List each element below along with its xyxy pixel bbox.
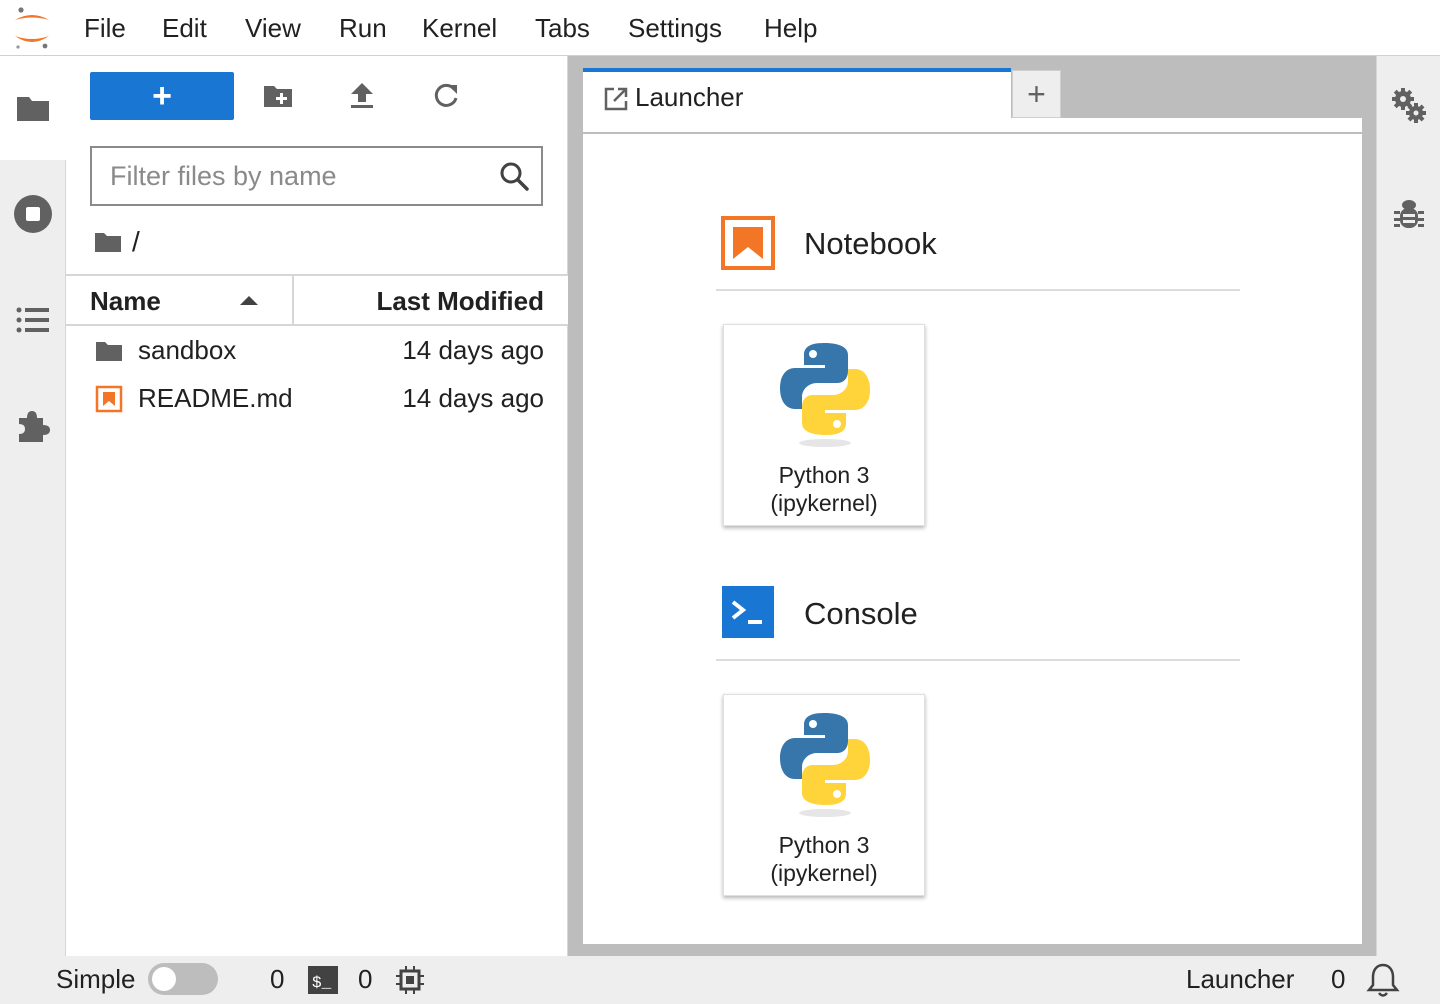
- python-logo-icon: [780, 343, 870, 447]
- section-divider: [716, 659, 1240, 661]
- toggle-knob: [152, 967, 176, 991]
- menu-help[interactable]: Help: [764, 12, 817, 44]
- section-title-notebook: Notebook: [804, 226, 937, 261]
- new-launcher-button[interactable]: +: [90, 72, 234, 120]
- active-document-label: Launcher: [1186, 964, 1295, 994]
- simple-mode-label: Simple: [56, 964, 136, 994]
- file-browser-folder-icon[interactable]: [13, 88, 53, 128]
- notification-count: 0: [1331, 964, 1346, 994]
- left-sidebar-rail: [0, 56, 66, 956]
- tab-label: Launcher: [635, 82, 744, 112]
- file-modified: 14 days ago: [402, 383, 544, 413]
- svg-text:$_: $_: [312, 974, 332, 992]
- terminal-icon[interactable]: $_: [308, 966, 338, 994]
- section-title-console: Console: [804, 596, 918, 631]
- right-sidebar-rail: [1376, 56, 1440, 956]
- menu-view[interactable]: View: [245, 12, 301, 44]
- file-list-header: Name Last Modified: [66, 274, 568, 326]
- file-row-readme[interactable]: README.md 14 days ago: [66, 376, 568, 424]
- sort-ascending-caret-icon: [240, 296, 258, 305]
- menu-bar: File Edit View Run Kernel Tabs Settings …: [0, 0, 1440, 56]
- simple-mode-toggle[interactable]: [148, 963, 218, 995]
- section-divider: [716, 289, 1240, 291]
- console-icon: [722, 586, 774, 638]
- menu-file[interactable]: File: [84, 12, 126, 44]
- kernel-spec: (ipykernel): [770, 490, 878, 516]
- home-folder-icon[interactable]: [94, 230, 122, 254]
- kernel-label: Python 3 (ipykernel): [724, 461, 924, 517]
- terminal-count[interactable]: 0: [358, 964, 372, 995]
- debugger-bug-icon[interactable]: [1389, 194, 1429, 234]
- menu-settings[interactable]: Settings: [628, 12, 722, 44]
- file-name: README.md: [138, 383, 293, 413]
- cpu-memory-chip-icon: [396, 966, 424, 994]
- breadcrumb-root[interactable]: /: [132, 226, 140, 258]
- refresh-icon[interactable]: [428, 78, 464, 114]
- breadcrumb: /: [94, 224, 140, 260]
- new-tab-plus-label: +: [1027, 76, 1046, 112]
- menu-run[interactable]: Run: [339, 12, 387, 44]
- python-logo-icon: [780, 713, 870, 817]
- column-header-name[interactable]: Name: [66, 276, 294, 324]
- upload-icon[interactable]: [344, 78, 380, 114]
- new-tab-plus-button[interactable]: +: [1012, 70, 1061, 118]
- file-filter-field: [90, 146, 543, 206]
- search-icon[interactable]: [499, 161, 529, 191]
- menu-kernel[interactable]: Kernel: [422, 12, 497, 44]
- running-sessions-stop-icon[interactable]: [13, 194, 53, 234]
- menu-edit[interactable]: Edit: [162, 12, 207, 44]
- column-name-label: Name: [90, 286, 161, 316]
- column-header-last-modified[interactable]: Last Modified: [376, 286, 544, 317]
- table-of-contents-list-icon[interactable]: [13, 300, 53, 340]
- launcher-tab-icon: [604, 87, 628, 111]
- new-folder-icon[interactable]: [260, 78, 296, 114]
- kernel-name: Python 3: [778, 832, 870, 858]
- console-python3-card[interactable]: Python 3 (ipykernel): [723, 694, 925, 896]
- kernel-label: Python 3 (ipykernel): [724, 831, 924, 887]
- file-filter-input[interactable]: [92, 148, 492, 204]
- main-dock-area: Launcher + Notebook Python 3 (ipykernel): [568, 56, 1376, 956]
- jupyter-logo: [15, 7, 49, 49]
- status-bar: Simple 0 $_ 0 Launcher 0: [0, 956, 1440, 1004]
- file-row-sandbox[interactable]: sandbox 14 days ago: [66, 328, 568, 376]
- kernel-spec: (ipykernel): [770, 860, 878, 886]
- file-modified: 14 days ago: [402, 335, 544, 365]
- property-inspector-gears-icon[interactable]: [1389, 86, 1429, 126]
- tab-content-top: [583, 118, 1362, 132]
- file-name: sandbox: [138, 335, 237, 365]
- kernel-name: Python 3: [778, 462, 870, 488]
- new-button-label: +: [152, 77, 172, 115]
- markdown-file-icon: [94, 384, 124, 414]
- notebook-python3-card[interactable]: Python 3 (ipykernel): [723, 324, 925, 526]
- notebook-icon: [721, 216, 775, 270]
- notifications-bell-icon[interactable]: [1366, 962, 1400, 998]
- launcher-panel: Notebook Python 3 (ipykernel) Console Py…: [583, 134, 1362, 944]
- menu-tabs[interactable]: Tabs: [535, 12, 590, 44]
- extension-manager-puzzle-icon[interactable]: [13, 406, 53, 446]
- folder-icon: [94, 336, 124, 366]
- kernel-count[interactable]: 0: [270, 964, 284, 995]
- file-browser-panel: + / Name Last Modified sandbox 14 days a…: [66, 56, 568, 956]
